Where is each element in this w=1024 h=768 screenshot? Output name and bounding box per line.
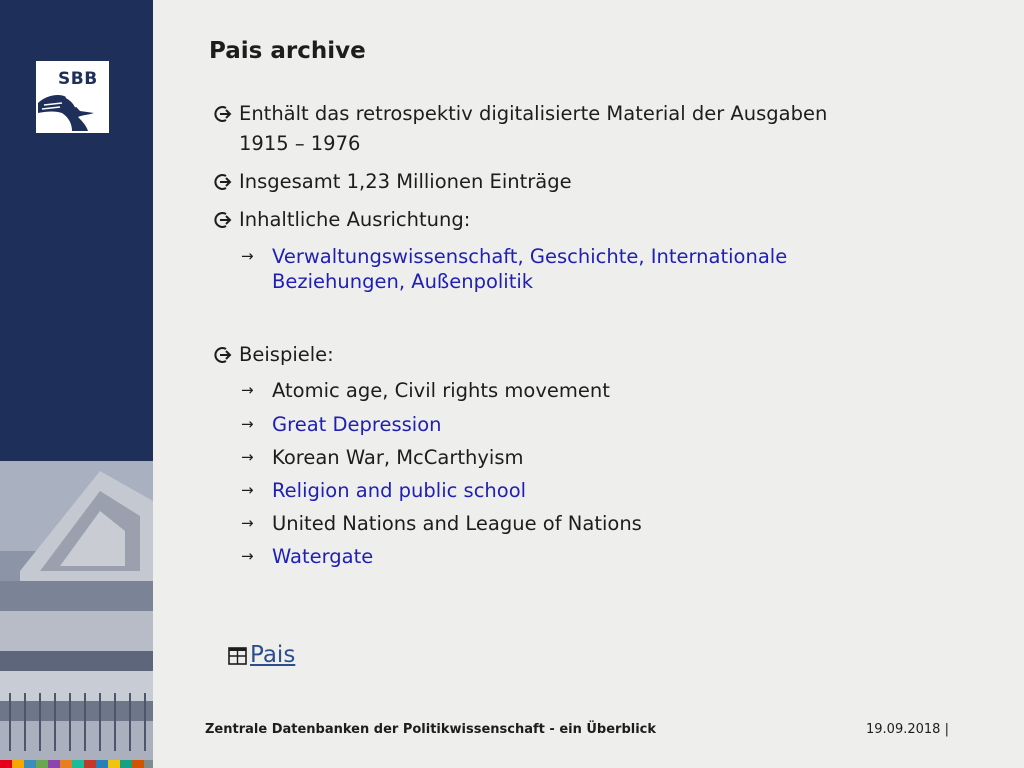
arrow-right-icon: → (241, 381, 254, 399)
color-stripe (0, 760, 153, 768)
bullet-text: Beispiele: (239, 343, 334, 366)
arrow-right-icon: → (241, 514, 254, 532)
circled-arrow-icon (214, 106, 232, 122)
arrow-right-icon: → (241, 547, 254, 565)
footer-text: Zentrale Datenbanken der Politikwissensc… (205, 722, 657, 737)
bullet-text: 1915 – 1976 (239, 132, 361, 155)
example-text: Atomic age, Civil rights movement (272, 379, 610, 402)
sub-bullet-text: Verwaltungswissenschaft, Geschichte, Int… (272, 245, 788, 268)
pais-link[interactable]: Pais (250, 642, 295, 668)
footer-date: 19.09.2018 | (866, 722, 949, 737)
arrow-right-icon: → (241, 415, 254, 433)
circled-arrow-icon (214, 174, 232, 190)
bullet-text: Enthält das retrospektiv digitalisierte … (239, 102, 828, 125)
sub-bullet-text: Beziehungen, Außenpolitik (272, 270, 534, 293)
example-text: United Nations and League of Nations (272, 512, 642, 535)
sbb-logo: SBB (36, 61, 109, 133)
bullet-text: Inhaltliche Ausrichtung: (239, 208, 471, 231)
bullet-text: Insgesamt 1,23 Millionen Einträge (239, 170, 572, 193)
circled-arrow-icon (214, 212, 232, 228)
window-icon (228, 647, 247, 665)
example-text: Religion and public school (272, 479, 527, 502)
circled-arrow-icon (214, 347, 232, 363)
eagle-icon (38, 95, 94, 131)
arrow-right-icon: → (241, 481, 254, 499)
example-text: Watergate (272, 545, 374, 568)
example-text: Great Depression (272, 413, 442, 436)
building-photo (0, 461, 153, 768)
arrow-right-icon: → (241, 247, 254, 265)
arrow-right-icon: → (241, 448, 254, 466)
example-text: Korean War, McCarthyism (272, 446, 524, 469)
sidebar: SBB (0, 0, 153, 768)
slide-title: Pais archive (209, 38, 366, 64)
